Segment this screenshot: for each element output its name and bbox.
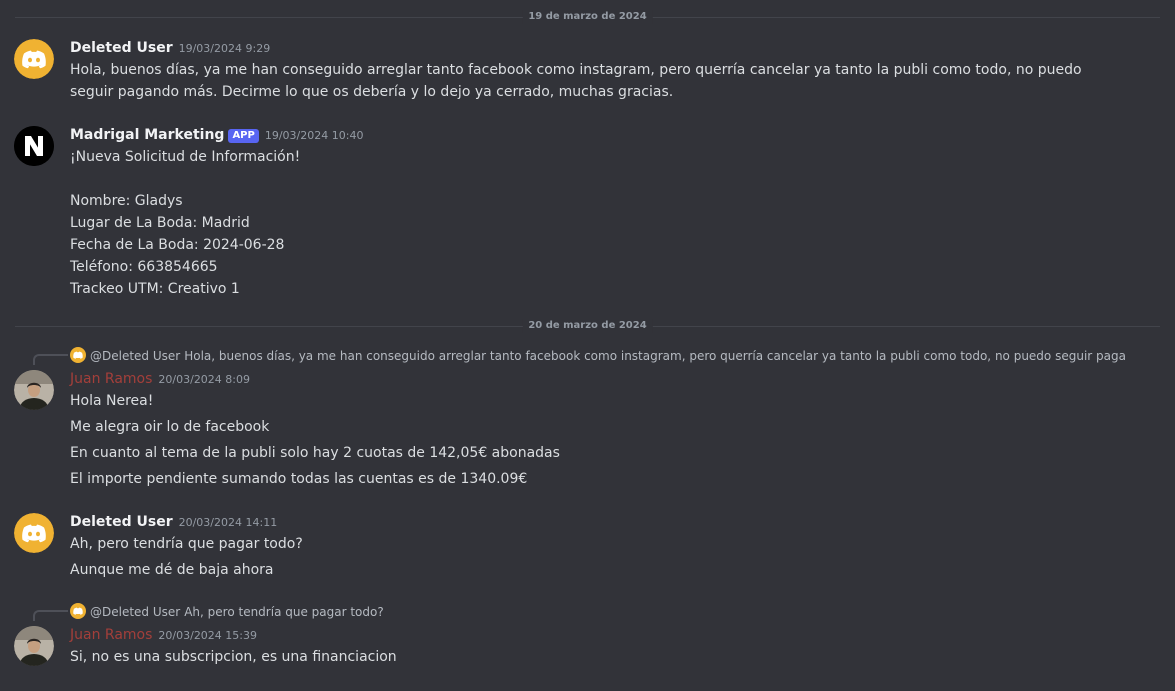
user-photo-avatar xyxy=(14,626,54,666)
message-timestamp[interactable]: 19/03/2024 10:40 xyxy=(265,129,364,142)
avatar[interactable] xyxy=(14,626,54,666)
message-text: Teléfono: 663854665 xyxy=(70,259,218,275)
chat-message-list: 19 de marzo de 2024 Deleted User 19/03/20… xyxy=(0,0,1175,691)
message-header: Madrigal Marketing APP 19/03/2024 10:40 xyxy=(70,125,363,143)
madrigal-logo-icon xyxy=(14,126,54,166)
message-header: Juan Ramos 20/03/2024 15:39 xyxy=(70,625,257,643)
message-timestamp[interactable]: 20/03/2024 8:09 xyxy=(158,373,250,386)
discord-logo-icon xyxy=(70,603,86,619)
author-name[interactable]: Deleted User xyxy=(70,514,173,530)
author-name[interactable]: Juan Ramos xyxy=(70,371,152,387)
date-divider: 19 de marzo de 2024 xyxy=(15,10,1160,24)
author-name[interactable]: Deleted User xyxy=(70,40,173,56)
date-divider: 20 de marzo de 2024 xyxy=(15,319,1160,333)
message-header: Deleted User 19/03/2024 9:29 xyxy=(70,38,270,56)
discord-logo-icon xyxy=(14,39,54,79)
message-text: En cuanto al tema de la publi solo hay 2… xyxy=(70,445,560,461)
date-divider-label: 20 de marzo de 2024 xyxy=(522,319,653,333)
message-text: Fecha de La Boda: 2024-06-28 xyxy=(70,237,285,253)
message-text: Nombre: Gladys xyxy=(70,193,183,209)
message-text: Si, no es una subscripcion, es una finan… xyxy=(70,649,397,665)
message-text: El importe pendiente sumando todas las c… xyxy=(70,471,528,487)
reply-connector xyxy=(33,610,68,621)
reply-preview[interactable]: @Deleted User Hola, buenos días, ya me ha… xyxy=(70,347,1125,363)
message-timestamp[interactable]: 20/03/2024 15:39 xyxy=(158,629,257,642)
message-text: Me alegra oir lo de facebook xyxy=(70,419,270,435)
message-header: Deleted User 20/03/2024 14:11 xyxy=(70,512,277,530)
date-divider-label: 19 de marzo de 2024 xyxy=(522,10,653,24)
reply-text: Hola, buenos días, ya me han conseguido … xyxy=(184,349,1125,363)
user-photo-avatar xyxy=(14,370,54,410)
reply-mention[interactable]: @Deleted User xyxy=(90,605,180,619)
discord-logo-icon xyxy=(14,513,54,553)
message-text: ¡Nueva Solicitud de Información! xyxy=(70,149,301,165)
message-text: Trackeo UTM: Creativo 1 xyxy=(70,281,240,297)
message-text: Hola, buenos días, ya me han conseguido … xyxy=(70,62,1082,100)
app-badge: APP xyxy=(228,129,259,143)
avatar[interactable] xyxy=(14,370,54,410)
author-name[interactable]: Madrigal Marketing xyxy=(70,127,224,143)
message-timestamp[interactable]: 20/03/2024 14:11 xyxy=(179,516,278,529)
reply-connector xyxy=(33,354,68,365)
message-text: Lugar de La Boda: Madrid xyxy=(70,215,250,231)
message-text: Ah, pero tendría que pagar todo? xyxy=(70,536,303,552)
discord-logo-icon xyxy=(70,347,86,363)
message-text: Aunque me dé de baja ahora xyxy=(70,562,274,578)
avatar[interactable] xyxy=(14,126,54,166)
reply-preview[interactable]: @Deleted User Ah, pero tendría que pagar … xyxy=(70,603,1125,619)
avatar[interactable] xyxy=(14,39,54,79)
message-text: Hola Nerea! xyxy=(70,393,154,409)
avatar[interactable] xyxy=(14,513,54,553)
reply-text: Ah, pero tendría que pagar todo? xyxy=(184,605,384,619)
message-header: Juan Ramos 20/03/2024 8:09 xyxy=(70,369,250,387)
author-name[interactable]: Juan Ramos xyxy=(70,627,152,643)
message-timestamp[interactable]: 19/03/2024 9:29 xyxy=(179,42,271,55)
reply-mention[interactable]: @Deleted User xyxy=(90,349,180,363)
